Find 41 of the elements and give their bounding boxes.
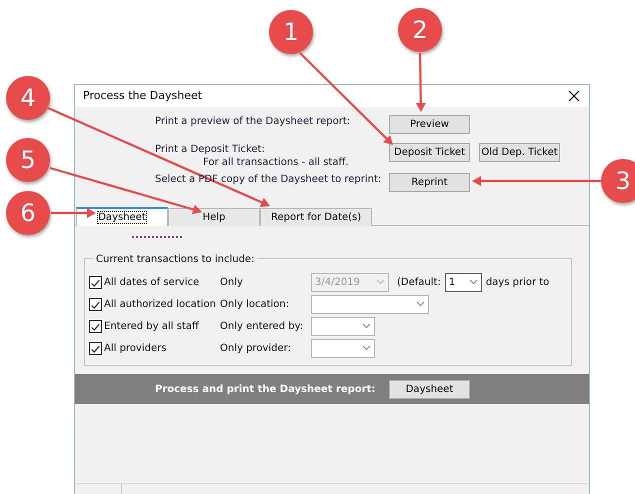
chevron-icon xyxy=(362,345,371,351)
checkbox-label: All dates of service xyxy=(104,276,200,290)
tab[interactable]: Help xyxy=(168,208,260,226)
callout-badge: 1 xyxy=(269,10,313,54)
action-button[interactable]: Deposit Ticket xyxy=(389,143,470,162)
action-button[interactable]: Reprint xyxy=(389,173,470,192)
action-button[interactable]: Old Dep. Ticket xyxy=(479,143,560,162)
filter-label: Only provider: xyxy=(220,342,292,356)
action-label: Print a Deposit Ticket: For all transactions - all staff. xyxy=(154,143,350,169)
window-title: Process the Daysheet xyxy=(83,88,202,104)
daysheet-button[interactable]: Daysheet xyxy=(389,380,470,398)
filter-label: Only xyxy=(220,276,244,290)
days-label: days prior to xyxy=(486,276,550,290)
dropdown-field[interactable] xyxy=(311,294,429,314)
callout-badge: 5 xyxy=(6,138,50,182)
action-label: Print a preview of the Daysheet report: xyxy=(154,115,352,128)
checkbox[interactable] xyxy=(89,298,102,310)
chevron-icon xyxy=(416,301,425,307)
dropdown-field[interactable] xyxy=(311,338,375,358)
dropdown-field[interactable] xyxy=(311,316,375,336)
checkbox-label: Entered by all staff xyxy=(104,320,200,334)
callout-badge: 2 xyxy=(398,8,442,52)
callout-badge: 4 xyxy=(6,76,50,120)
chevron-icon xyxy=(376,279,385,285)
default-label: (Default: xyxy=(397,276,441,290)
callout-badge: 6 xyxy=(6,191,50,235)
action-button[interactable]: Preview xyxy=(389,115,470,134)
checkbox[interactable] xyxy=(89,342,102,354)
tab[interactable]: Report for Date(s) xyxy=(260,208,372,226)
filter-label: Only location: xyxy=(220,298,290,312)
checkbox-label: All authorized location xyxy=(104,298,217,312)
checkbox-label: All providers xyxy=(104,342,168,356)
chevron-icon xyxy=(468,279,478,285)
filter-label: Only entered by: xyxy=(220,320,304,334)
close-icon[interactable] xyxy=(567,89,581,103)
chevron-icon xyxy=(362,323,371,329)
callout-arrow xyxy=(416,52,426,112)
tab[interactable]: Daysheet xyxy=(76,207,168,226)
process-label: Process and print the Daysheet report: xyxy=(154,382,376,396)
callout-badge: 3 xyxy=(601,159,635,203)
checkbox[interactable] xyxy=(89,320,102,332)
